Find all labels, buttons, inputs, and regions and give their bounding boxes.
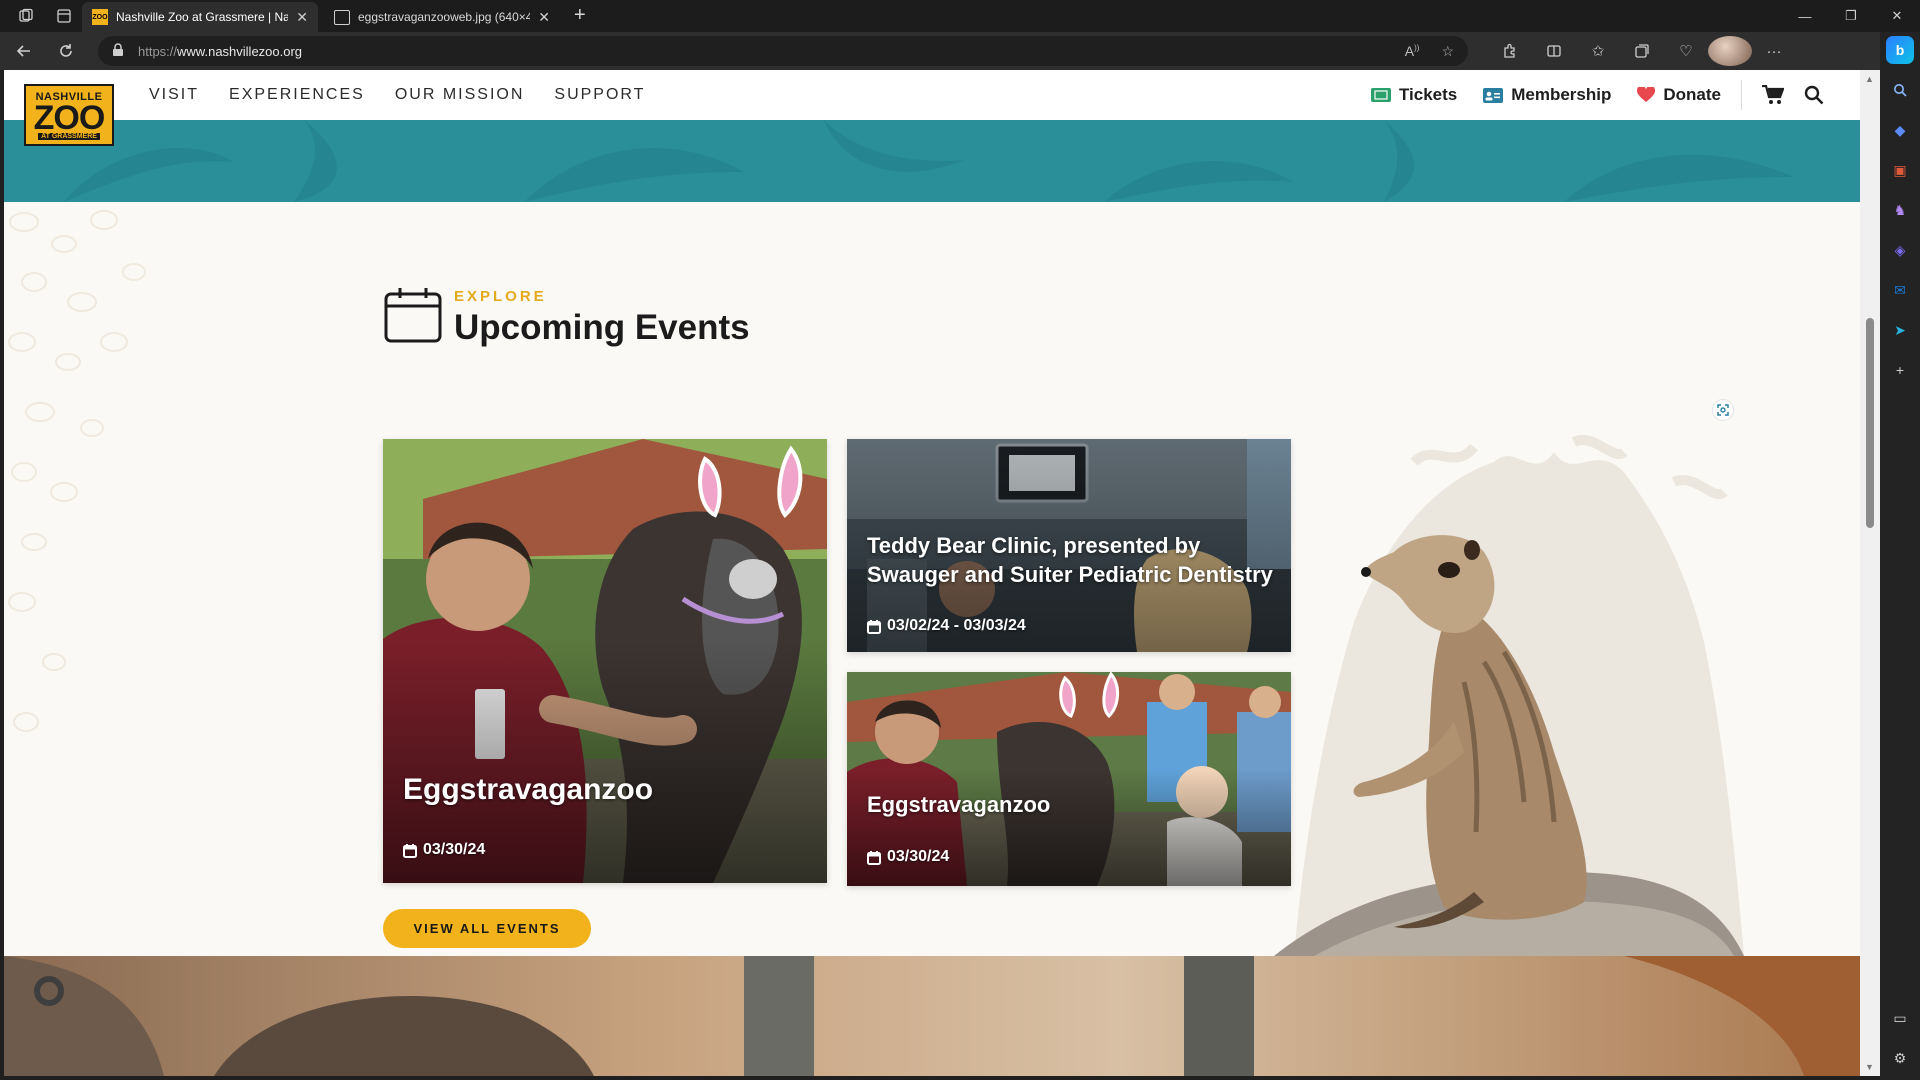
close-tab-icon[interactable]: ✕: [538, 9, 550, 26]
copilot-icon[interactable]: b: [1886, 36, 1914, 64]
close-tab-icon[interactable]: ✕: [296, 9, 308, 26]
event-card-featured[interactable]: Eggstravaganzoo 03/30/24: [383, 439, 827, 883]
browser-essentials-icon[interactable]: ♡: [1664, 36, 1708, 66]
donate-link[interactable]: Donate: [1637, 85, 1721, 105]
sidebar-settings-icon[interactable]: ⚙: [1886, 1044, 1914, 1072]
workspaces-icon[interactable]: [14, 4, 38, 28]
add-sidebar-app-icon[interactable]: +: [1886, 356, 1914, 384]
nav-visit[interactable]: VISIT: [149, 86, 199, 104]
read-aloud-icon[interactable]: A)): [1405, 43, 1420, 59]
nav-our-mission[interactable]: OUR MISSION: [395, 86, 525, 104]
scroll-down-icon[interactable]: ▼: [1865, 1062, 1874, 1072]
event-date: 03/02/24 - 03/03/24: [867, 617, 1026, 635]
calendar-small-icon: [867, 619, 881, 634]
browser-titlebar: ZOO Nashville Zoo at Grassmere | Nas ✕ e…: [0, 0, 1920, 32]
background-pattern: [8, 210, 146, 732]
tab-actions-icon[interactable]: [52, 4, 76, 28]
event-date-text: 03/30/24: [423, 841, 486, 858]
cart-icon[interactable]: [1762, 85, 1784, 105]
lock-icon[interactable]: [112, 42, 124, 60]
tab-eggstravaganzoo-image[interactable]: eggstravaganzooweb.jpg (640×4 ✕: [324, 2, 560, 32]
new-tab-button[interactable]: +: [574, 4, 586, 27]
document-icon: [334, 9, 350, 25]
event-title[interactable]: Teddy Bear Clinic, presented by Swauger …: [867, 531, 1287, 589]
more-menu-icon[interactable]: ···: [1752, 36, 1796, 66]
membership-card-icon: [1483, 87, 1504, 103]
view-all-events-button[interactable]: VIEW ALL EVENTS: [383, 909, 591, 948]
calendar-icon: [384, 288, 442, 343]
tickets-link[interactable]: Tickets: [1370, 85, 1458, 105]
search-icon[interactable]: [1886, 76, 1914, 104]
address-bar[interactable]: https://www.nashvillezoo.org A)) ☆: [98, 36, 1468, 66]
search-icon[interactable]: [1804, 85, 1824, 105]
upcoming-events-section: EXPLORE Upcoming Events Eggstravaganzoo …: [4, 202, 1860, 956]
tab-title: eggstravaganzooweb.jpg (640×4: [358, 10, 531, 24]
section-eyebrow: EXPLORE: [454, 288, 547, 305]
hide-sidebar-icon[interactable]: ▭: [1886, 1004, 1914, 1032]
tab-nashville-zoo[interactable]: ZOO Nashville Zoo at Grassmere | Nas ✕: [82, 2, 318, 32]
zoo-logo[interactable]: NASHVILLE ZOO AT GRASSMERE: [24, 84, 114, 146]
page-viewport: VISIT EXPERIENCES OUR MISSION SUPPORT Ti…: [4, 70, 1860, 1076]
event-card-teddy-bear-clinic[interactable]: Teddy Bear Clinic, presented by Swauger …: [847, 439, 1291, 652]
outlook-icon[interactable]: ✉: [1886, 276, 1914, 304]
event-title[interactable]: Eggstravaganzoo: [403, 773, 653, 807]
event-title[interactable]: Eggstravaganzoo: [867, 792, 1050, 818]
profile-avatar[interactable]: [1708, 36, 1752, 66]
drop-send-icon[interactable]: ➤: [1886, 316, 1914, 344]
calendar-small-icon: [403, 843, 417, 858]
section-title: Upcoming Events: [454, 308, 750, 347]
page-scrollbar[interactable]: ▲ ▼: [1860, 70, 1880, 1076]
games-icon[interactable]: ♞: [1886, 196, 1914, 224]
calendar-small-icon: [867, 850, 881, 865]
ticket-icon: [1370, 88, 1391, 102]
logo-line-2: ZOO: [33, 98, 106, 137]
tickets-label: Tickets: [1398, 85, 1458, 104]
scroll-up-icon[interactable]: ▲: [1865, 74, 1874, 84]
membership-link[interactable]: Membership: [1483, 85, 1611, 105]
url-scheme: https://: [138, 43, 178, 59]
scrollbar-thumb[interactable]: [1866, 318, 1874, 528]
address-toolbar: https://www.nashvillezoo.org A)) ☆ ✩ ♡ ·…: [0, 32, 1920, 70]
tools-briefcase-icon[interactable]: ▣: [1886, 156, 1914, 184]
favorites-icon[interactable]: ✩: [1576, 36, 1620, 66]
split-screen-icon[interactable]: [1532, 36, 1576, 66]
tab-title: Nashville Zoo at Grassmere | Nas: [116, 10, 289, 24]
heart-icon: [1637, 87, 1656, 103]
donate-label: Donate: [1663, 85, 1721, 104]
event-date: 03/30/24: [867, 848, 949, 866]
shopping-tag-icon[interactable]: ◆: [1886, 116, 1914, 144]
visual-search-icon[interactable]: [1712, 399, 1734, 421]
event-date-text: 03/30/24: [887, 848, 950, 865]
next-section-photo: [4, 956, 1860, 1076]
logo-line-3: AT GRASSMERE: [38, 132, 100, 140]
collections-icon[interactable]: [1620, 36, 1664, 66]
event-date-text: 03/02/24 - 03/03/24: [887, 617, 1026, 634]
main-nav: VISIT EXPERIENCES OUR MISSION SUPPORT: [149, 86, 645, 104]
site-header: VISIT EXPERIENCES OUR MISSION SUPPORT Ti…: [4, 70, 1860, 120]
zoo-favicon: ZOO: [92, 9, 108, 25]
nav-support[interactable]: SUPPORT: [554, 86, 645, 104]
close-window-button[interactable]: ✕: [1874, 0, 1920, 32]
card-gradient: [383, 439, 827, 883]
nav-experiences[interactable]: EXPERIENCES: [229, 86, 365, 104]
event-card-eggstravaganzoo[interactable]: Eggstravaganzoo 03/30/24: [847, 672, 1291, 886]
membership-label: Membership: [1511, 85, 1612, 104]
event-date: 03/30/24: [403, 841, 485, 859]
minimize-button[interactable]: —: [1782, 0, 1828, 32]
extensions-icon[interactable]: [1488, 36, 1532, 66]
restore-button[interactable]: ❐: [1828, 0, 1874, 32]
teal-banner: [4, 120, 1860, 202]
url-text[interactable]: https://www.nashvillezoo.org: [138, 44, 1383, 59]
header-divider: [1741, 80, 1742, 110]
favorite-star-icon[interactable]: ☆: [1441, 43, 1454, 60]
url-host: www.nashvillezoo.org: [177, 43, 303, 59]
microsoft-365-icon[interactable]: ◈: [1886, 236, 1914, 264]
edge-sidebar: b ◆ ▣ ♞ ◈ ✉ ➤ + ▭ ⚙: [1880, 32, 1920, 1080]
refresh-icon[interactable]: [48, 36, 84, 66]
utility-nav: Tickets Membership Donate: [1345, 80, 1824, 110]
back-icon[interactable]: [6, 36, 42, 66]
